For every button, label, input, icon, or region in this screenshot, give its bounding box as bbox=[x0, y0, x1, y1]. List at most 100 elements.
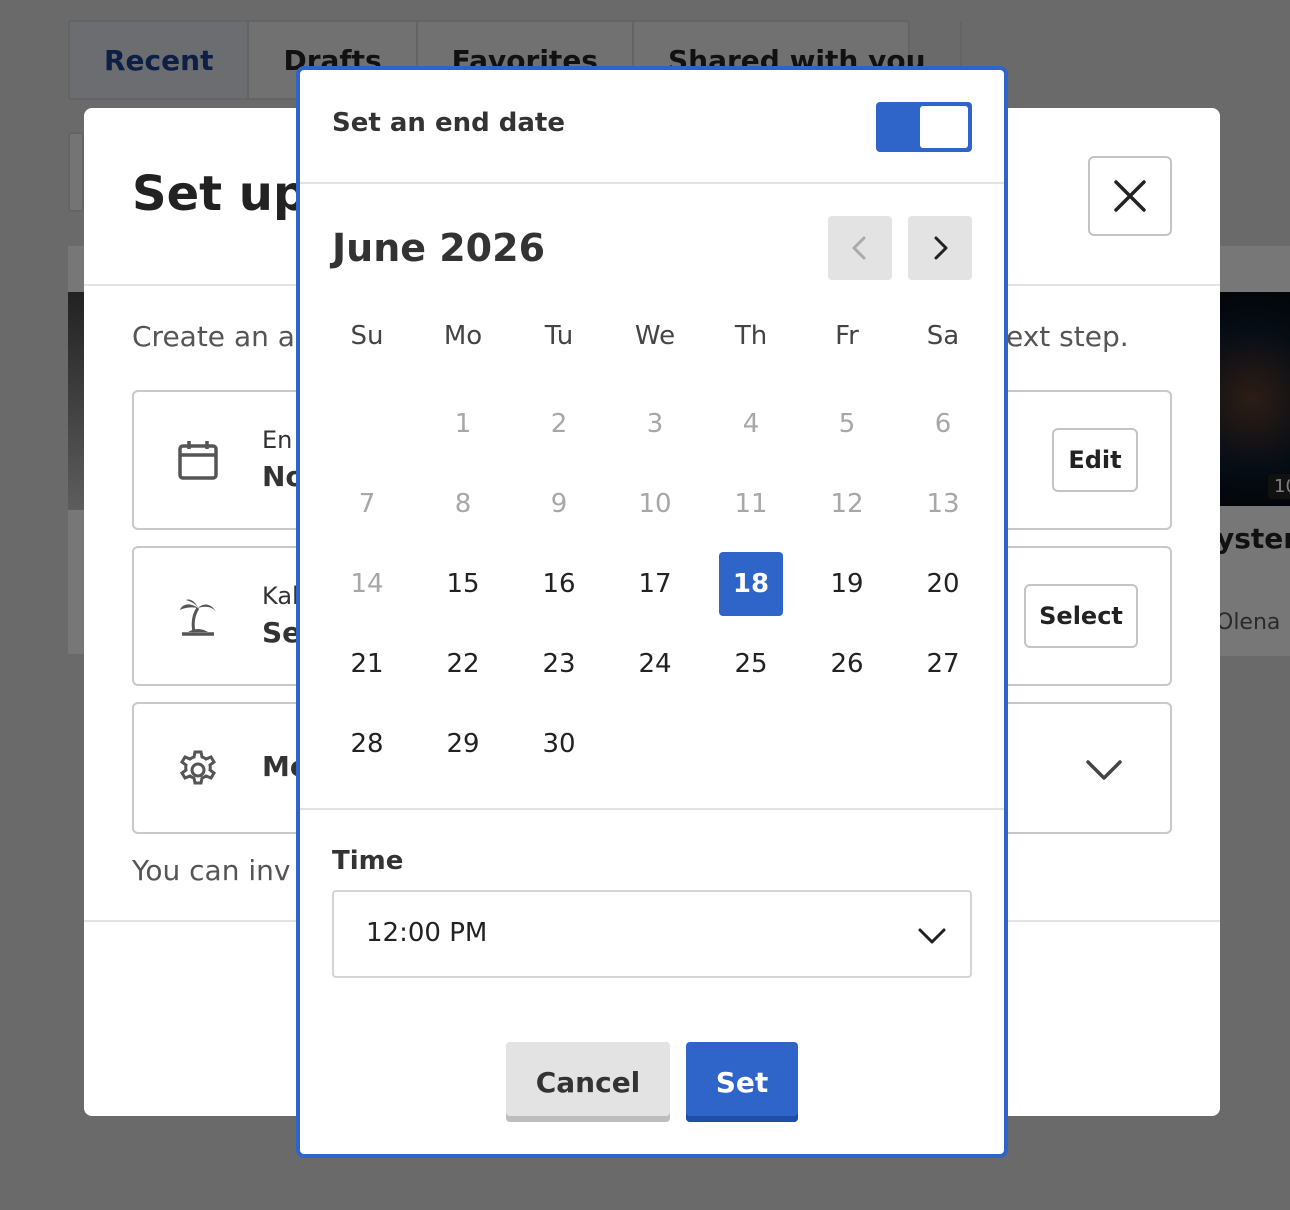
month-year-label: June 2026 bbox=[332, 226, 546, 270]
day-number: 13 bbox=[926, 489, 960, 519]
cancel-button[interactable]: Cancel bbox=[506, 1042, 670, 1122]
chevron-down-icon bbox=[918, 928, 946, 944]
day-cell[interactable]: 25 bbox=[703, 624, 799, 704]
day-cell: 14 bbox=[319, 544, 415, 624]
day-cell[interactable]: 29 bbox=[415, 704, 511, 784]
day-number: 4 bbox=[742, 409, 760, 439]
calendar-icon bbox=[178, 441, 218, 480]
day-cell[interactable]: 26 bbox=[799, 624, 895, 704]
end-date-popover: Set an end date June 2026 Su Mo Tu We Th Fr Sa… bbox=[296, 66, 1008, 1158]
day-number: 15 bbox=[446, 569, 480, 599]
day-number: 30 bbox=[542, 729, 576, 759]
weekday-label: We bbox=[634, 321, 676, 351]
weekday-label: Th bbox=[734, 321, 768, 351]
day-cell: 5 bbox=[799, 384, 895, 464]
day-cell: 6 bbox=[895, 384, 991, 464]
empty-day-cell bbox=[319, 384, 415, 464]
day-number: 7 bbox=[358, 489, 376, 519]
day-number: 20 bbox=[926, 569, 960, 599]
set-button[interactable]: Set bbox=[686, 1042, 798, 1122]
invite-hint-text: You can inv bbox=[132, 854, 291, 887]
day-cell[interactable]: 19 bbox=[799, 544, 895, 624]
previous-month-button[interactable] bbox=[828, 216, 892, 280]
chevron-right-icon bbox=[934, 236, 948, 260]
day-cell[interactable]: 20 bbox=[895, 544, 991, 624]
day-number: 18 bbox=[719, 552, 783, 616]
toggle-knob bbox=[920, 106, 968, 148]
day-number: 12 bbox=[830, 489, 864, 519]
time-select[interactable]: 12:00 PM bbox=[332, 890, 972, 978]
day-number: 25 bbox=[734, 649, 768, 679]
end-date-toggle[interactable] bbox=[876, 102, 972, 152]
edit-button[interactable]: Edit bbox=[1052, 428, 1138, 492]
chevron-left-icon bbox=[852, 236, 866, 260]
time-label: Time bbox=[332, 846, 404, 876]
weekday-label: Sa bbox=[926, 321, 960, 351]
end-date-label: En bbox=[262, 426, 293, 454]
day-cell[interactable]: 27 bbox=[895, 624, 991, 704]
day-cell[interactable]: 24 bbox=[607, 624, 703, 704]
day-number: 5 bbox=[838, 409, 856, 439]
day-number: 22 bbox=[446, 649, 480, 679]
day-number: 9 bbox=[550, 489, 568, 519]
modal-description: Create an as bbox=[132, 320, 310, 353]
day-cell: 13 bbox=[895, 464, 991, 544]
weekday-header: Su Mo Tu We Th Fr Sa bbox=[319, 316, 991, 356]
next-month-button[interactable] bbox=[908, 216, 972, 280]
close-button[interactable] bbox=[1088, 156, 1172, 236]
day-number: 17 bbox=[638, 569, 672, 599]
day-cell[interactable]: 15 bbox=[415, 544, 511, 624]
day-cell: 1 bbox=[415, 384, 511, 464]
popover-divider bbox=[300, 808, 1004, 810]
day-number: 10 bbox=[638, 489, 672, 519]
day-number: 11 bbox=[734, 489, 768, 519]
day-number: 21 bbox=[350, 649, 384, 679]
day-cell[interactable]: 22 bbox=[415, 624, 511, 704]
day-number: 3 bbox=[646, 409, 664, 439]
select-button[interactable]: Select bbox=[1024, 584, 1138, 648]
end-date-toggle-label: Set an end date bbox=[332, 108, 565, 138]
day-number: 8 bbox=[454, 489, 472, 519]
day-cell[interactable]: 28 bbox=[319, 704, 415, 784]
modal-description-tail: ext step. bbox=[1006, 320, 1129, 353]
calendar-select-label: Kal bbox=[262, 582, 299, 610]
popover-header: Set an end date bbox=[300, 70, 1004, 184]
day-cell: 8 bbox=[415, 464, 511, 544]
day-number: 27 bbox=[926, 649, 960, 679]
chevron-down-icon bbox=[1086, 760, 1122, 780]
day-number: 16 bbox=[542, 569, 576, 599]
weekday-label: Tu bbox=[544, 321, 574, 351]
day-number: 14 bbox=[350, 569, 384, 599]
day-number: 26 bbox=[830, 649, 864, 679]
day-cell: 2 bbox=[511, 384, 607, 464]
day-number: 1 bbox=[454, 409, 472, 439]
selected-day[interactable]: 18 bbox=[703, 544, 799, 624]
day-cell: 7 bbox=[319, 464, 415, 544]
day-number: 2 bbox=[550, 409, 568, 439]
weekday-label: Fr bbox=[835, 321, 859, 351]
close-icon bbox=[1114, 180, 1146, 212]
weekday-label: Su bbox=[350, 321, 384, 351]
day-number: 19 bbox=[830, 569, 864, 599]
time-value: 12:00 PM bbox=[366, 918, 488, 948]
weekday-label: Mo bbox=[443, 321, 483, 351]
day-number: 6 bbox=[934, 409, 952, 439]
day-cell: 9 bbox=[511, 464, 607, 544]
day-cell: 12 bbox=[799, 464, 895, 544]
day-cell: 11 bbox=[703, 464, 799, 544]
day-number: 29 bbox=[446, 729, 480, 759]
day-number: 24 bbox=[638, 649, 672, 679]
day-cell[interactable]: 17 bbox=[607, 544, 703, 624]
day-number: 28 bbox=[350, 729, 384, 759]
day-cell: 3 bbox=[607, 384, 703, 464]
modal-title: Set up bbox=[132, 166, 308, 222]
calendar-grid: 1 2 3 4 5 6 7 8 9 10 11 12 13 14 15 16 17 18 19 20 21 22 23 24 2… bbox=[319, 384, 991, 784]
gear-icon bbox=[180, 750, 216, 785]
day-number: 23 bbox=[542, 649, 576, 679]
day-cell[interactable]: 16 bbox=[511, 544, 607, 624]
day-cell[interactable]: 21 bbox=[319, 624, 415, 704]
day-cell[interactable]: 30 bbox=[511, 704, 607, 784]
day-cell[interactable]: 23 bbox=[511, 624, 607, 704]
island-icon bbox=[180, 599, 216, 636]
day-cell: 4 bbox=[703, 384, 799, 464]
